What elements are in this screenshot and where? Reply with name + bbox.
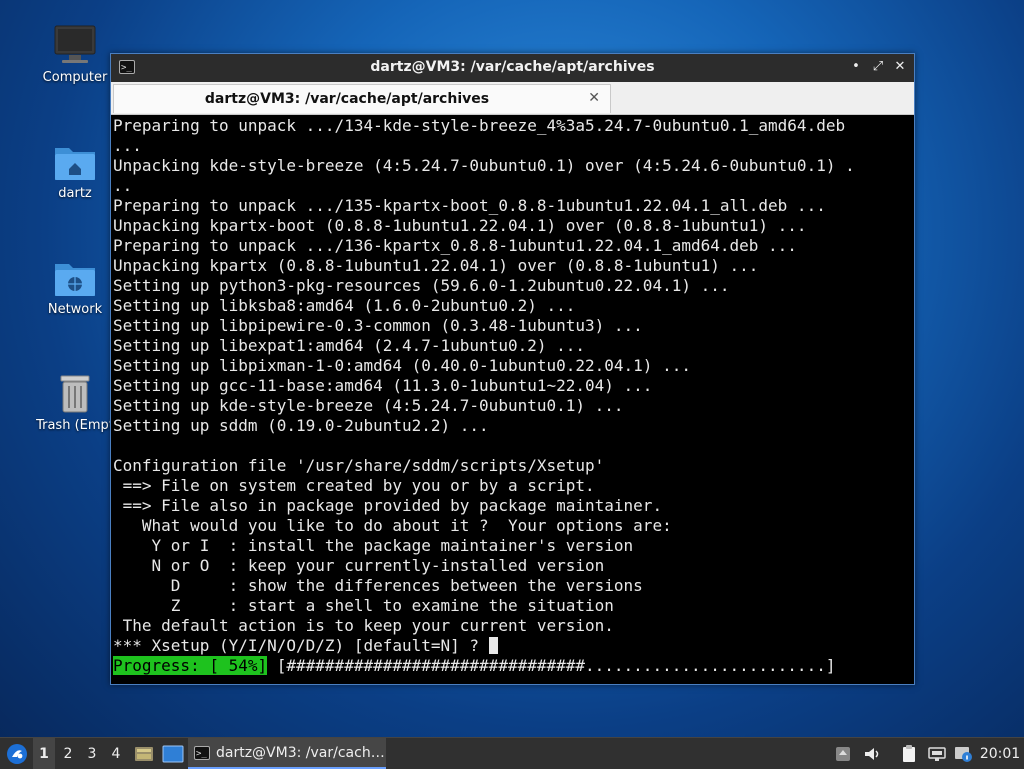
- terminal-line: Unpacking kde-style-breeze (4:5.24.7-0ub…: [113, 156, 855, 175]
- start-menu-button[interactable]: [2, 738, 32, 769]
- show-desktop-button[interactable]: [160, 738, 186, 769]
- terminal-line: Setting up python3-pkg-resources (59.6.0…: [113, 276, 730, 295]
- update-notifier-icon: [836, 746, 850, 761]
- terminal-line: Setting up kde-style-breeze (4:5.24.7-0u…: [113, 396, 624, 415]
- show-desktop-icon: [162, 745, 184, 762]
- terminal-line: The default action is to keep your curre…: [113, 616, 614, 635]
- minimize-button[interactable]: •: [848, 58, 864, 76]
- terminal-line: N or O : keep your currently-installed v…: [113, 556, 605, 575]
- terminal-line: Preparing to unpack .../136-kpartx_0.8.8…: [113, 236, 797, 255]
- file-manager-launcher[interactable]: [132, 738, 156, 769]
- progress-label: Progress: [ 54%]: [113, 656, 268, 675]
- tray-updates[interactable]: [832, 738, 854, 769]
- workspace-3[interactable]: 3: [81, 738, 103, 769]
- desktop-icon-label: dartz: [58, 186, 92, 201]
- window-titlebar[interactable]: >_ dartz@VM3: /var/cache/apt/archives • …: [111, 54, 914, 82]
- terminal-line: Setting up sddm (0.19.0-2ubuntu2.2) ...: [113, 416, 489, 435]
- tab-bar: dartz@VM3: /var/cache/apt/archives ✕: [111, 82, 914, 115]
- progress-bar-text: [###############################........…: [267, 656, 836, 675]
- tray-network[interactable]: [926, 738, 948, 769]
- terminal-line: Preparing to unpack .../135-kpartx-boot_…: [113, 196, 826, 215]
- desktop-icon-label: Network: [47, 302, 103, 317]
- desktop-icon-home[interactable]: dartz: [30, 142, 120, 201]
- window-title: dartz@VM3: /var/cache/apt/archives: [370, 59, 655, 75]
- tray-clipboard[interactable]: [898, 738, 920, 769]
- info-icon: [955, 746, 972, 762]
- terminal-line: ==> File also in package provided by pac…: [113, 496, 663, 515]
- workspace-4[interactable]: 4: [105, 738, 127, 769]
- terminal-icon: >_: [194, 745, 210, 760]
- close-button[interactable]: ✕: [892, 58, 908, 76]
- terminal-line: D : show the differences between the ver…: [113, 576, 643, 595]
- terminal-line: Z : start a shell to examine the situati…: [113, 596, 614, 615]
- terminal-output[interactable]: Preparing to unpack .../134-kde-style-br…: [113, 116, 912, 684]
- tab-terminal[interactable]: dartz@VM3: /var/cache/apt/archives ✕: [113, 84, 611, 113]
- progress-line: Progress: [ 54%] [######################…: [113, 656, 912, 676]
- desktop-icon-label: Trash (Empt: [36, 418, 114, 433]
- volume-icon: [865, 747, 879, 760]
- lubuntu-logo-icon: [7, 743, 27, 764]
- file-manager-icon: [135, 746, 153, 761]
- terminal-prompt: *** Xsetup (Y/I/N/O/D/Z) [default=N] ?: [113, 636, 489, 655]
- terminal-line: Setting up libksba8:amd64 (1.6.0-2ubuntu…: [113, 296, 576, 315]
- tray-info[interactable]: [952, 738, 974, 769]
- terminal-line: Y or I : install the package maintainer'…: [113, 536, 634, 555]
- terminal-line: Unpacking kpartx-boot (0.8.8-1ubuntu1.22…: [113, 216, 807, 235]
- desktop-icon-trash[interactable]: Trash (Empt: [30, 372, 120, 433]
- home-folder-icon: [55, 148, 95, 180]
- text-cursor: [488, 637, 498, 654]
- terminal-prompt-line[interactable]: *** Xsetup (Y/I/N/O/D/Z) [default=N] ?: [113, 636, 912, 656]
- trash-icon: [60, 375, 90, 413]
- taskbar-task-terminal[interactable]: >_ dartz@VM3: /var/cach…: [188, 738, 386, 769]
- tray-volume[interactable]: [860, 738, 884, 769]
- maximize-button[interactable]: ⤢: [870, 58, 886, 76]
- terminal-line: Preparing to unpack .../134-kde-style-br…: [113, 116, 846, 135]
- tab-label: dartz@VM3: /var/cache/apt/archives: [204, 91, 490, 107]
- desktop-icon-network[interactable]: Network: [30, 258, 120, 317]
- terminal-line: Setting up gcc-11-base:amd64 (11.3.0-1ub…: [113, 376, 653, 395]
- terminal-line: Setting up libexpat1:amd64 (2.4.7-1ubunt…: [113, 336, 586, 355]
- network-icon: [928, 746, 946, 761]
- workspace-2[interactable]: 2: [57, 738, 79, 769]
- terminal-line: ...: [113, 136, 142, 155]
- task-label: dartz@VM3: /var/cach…: [216, 744, 385, 761]
- terminal-line: Setting up libpixman-1-0:amd64 (0.40.0-1…: [113, 356, 691, 375]
- computer-icon: [54, 25, 96, 63]
- terminal-line: Configuration file '/usr/share/sddm/scri…: [113, 456, 605, 475]
- desktop-icon-computer[interactable]: Computer: [30, 24, 120, 85]
- workspace-1[interactable]: 1: [33, 738, 55, 769]
- terminal-line: Unpacking kpartx (0.8.8-1ubuntu1.22.04.1…: [113, 256, 759, 275]
- clipboard-icon: [903, 744, 915, 762]
- terminal-line: ..: [113, 176, 133, 195]
- desktop-icon-label: Computer: [42, 70, 108, 85]
- network-folder-icon: [55, 264, 95, 296]
- taskbar: 1 2 3 4 >_ dartz@VM3: /var/cach… 20:01: [0, 737, 1024, 769]
- terminal-line: Setting up libpipewire-0.3-common (0.3.4…: [113, 316, 643, 335]
- terminal-line: What would you like to do about it ? You…: [113, 516, 672, 535]
- terminal-line: ==> File on system created by you or by …: [113, 476, 595, 495]
- clock[interactable]: 20:01: [978, 738, 1022, 769]
- tab-close-icon[interactable]: ✕: [588, 90, 600, 106]
- terminal-window[interactable]: >_ dartz@VM3: /var/cache/apt/archives • …: [110, 53, 915, 685]
